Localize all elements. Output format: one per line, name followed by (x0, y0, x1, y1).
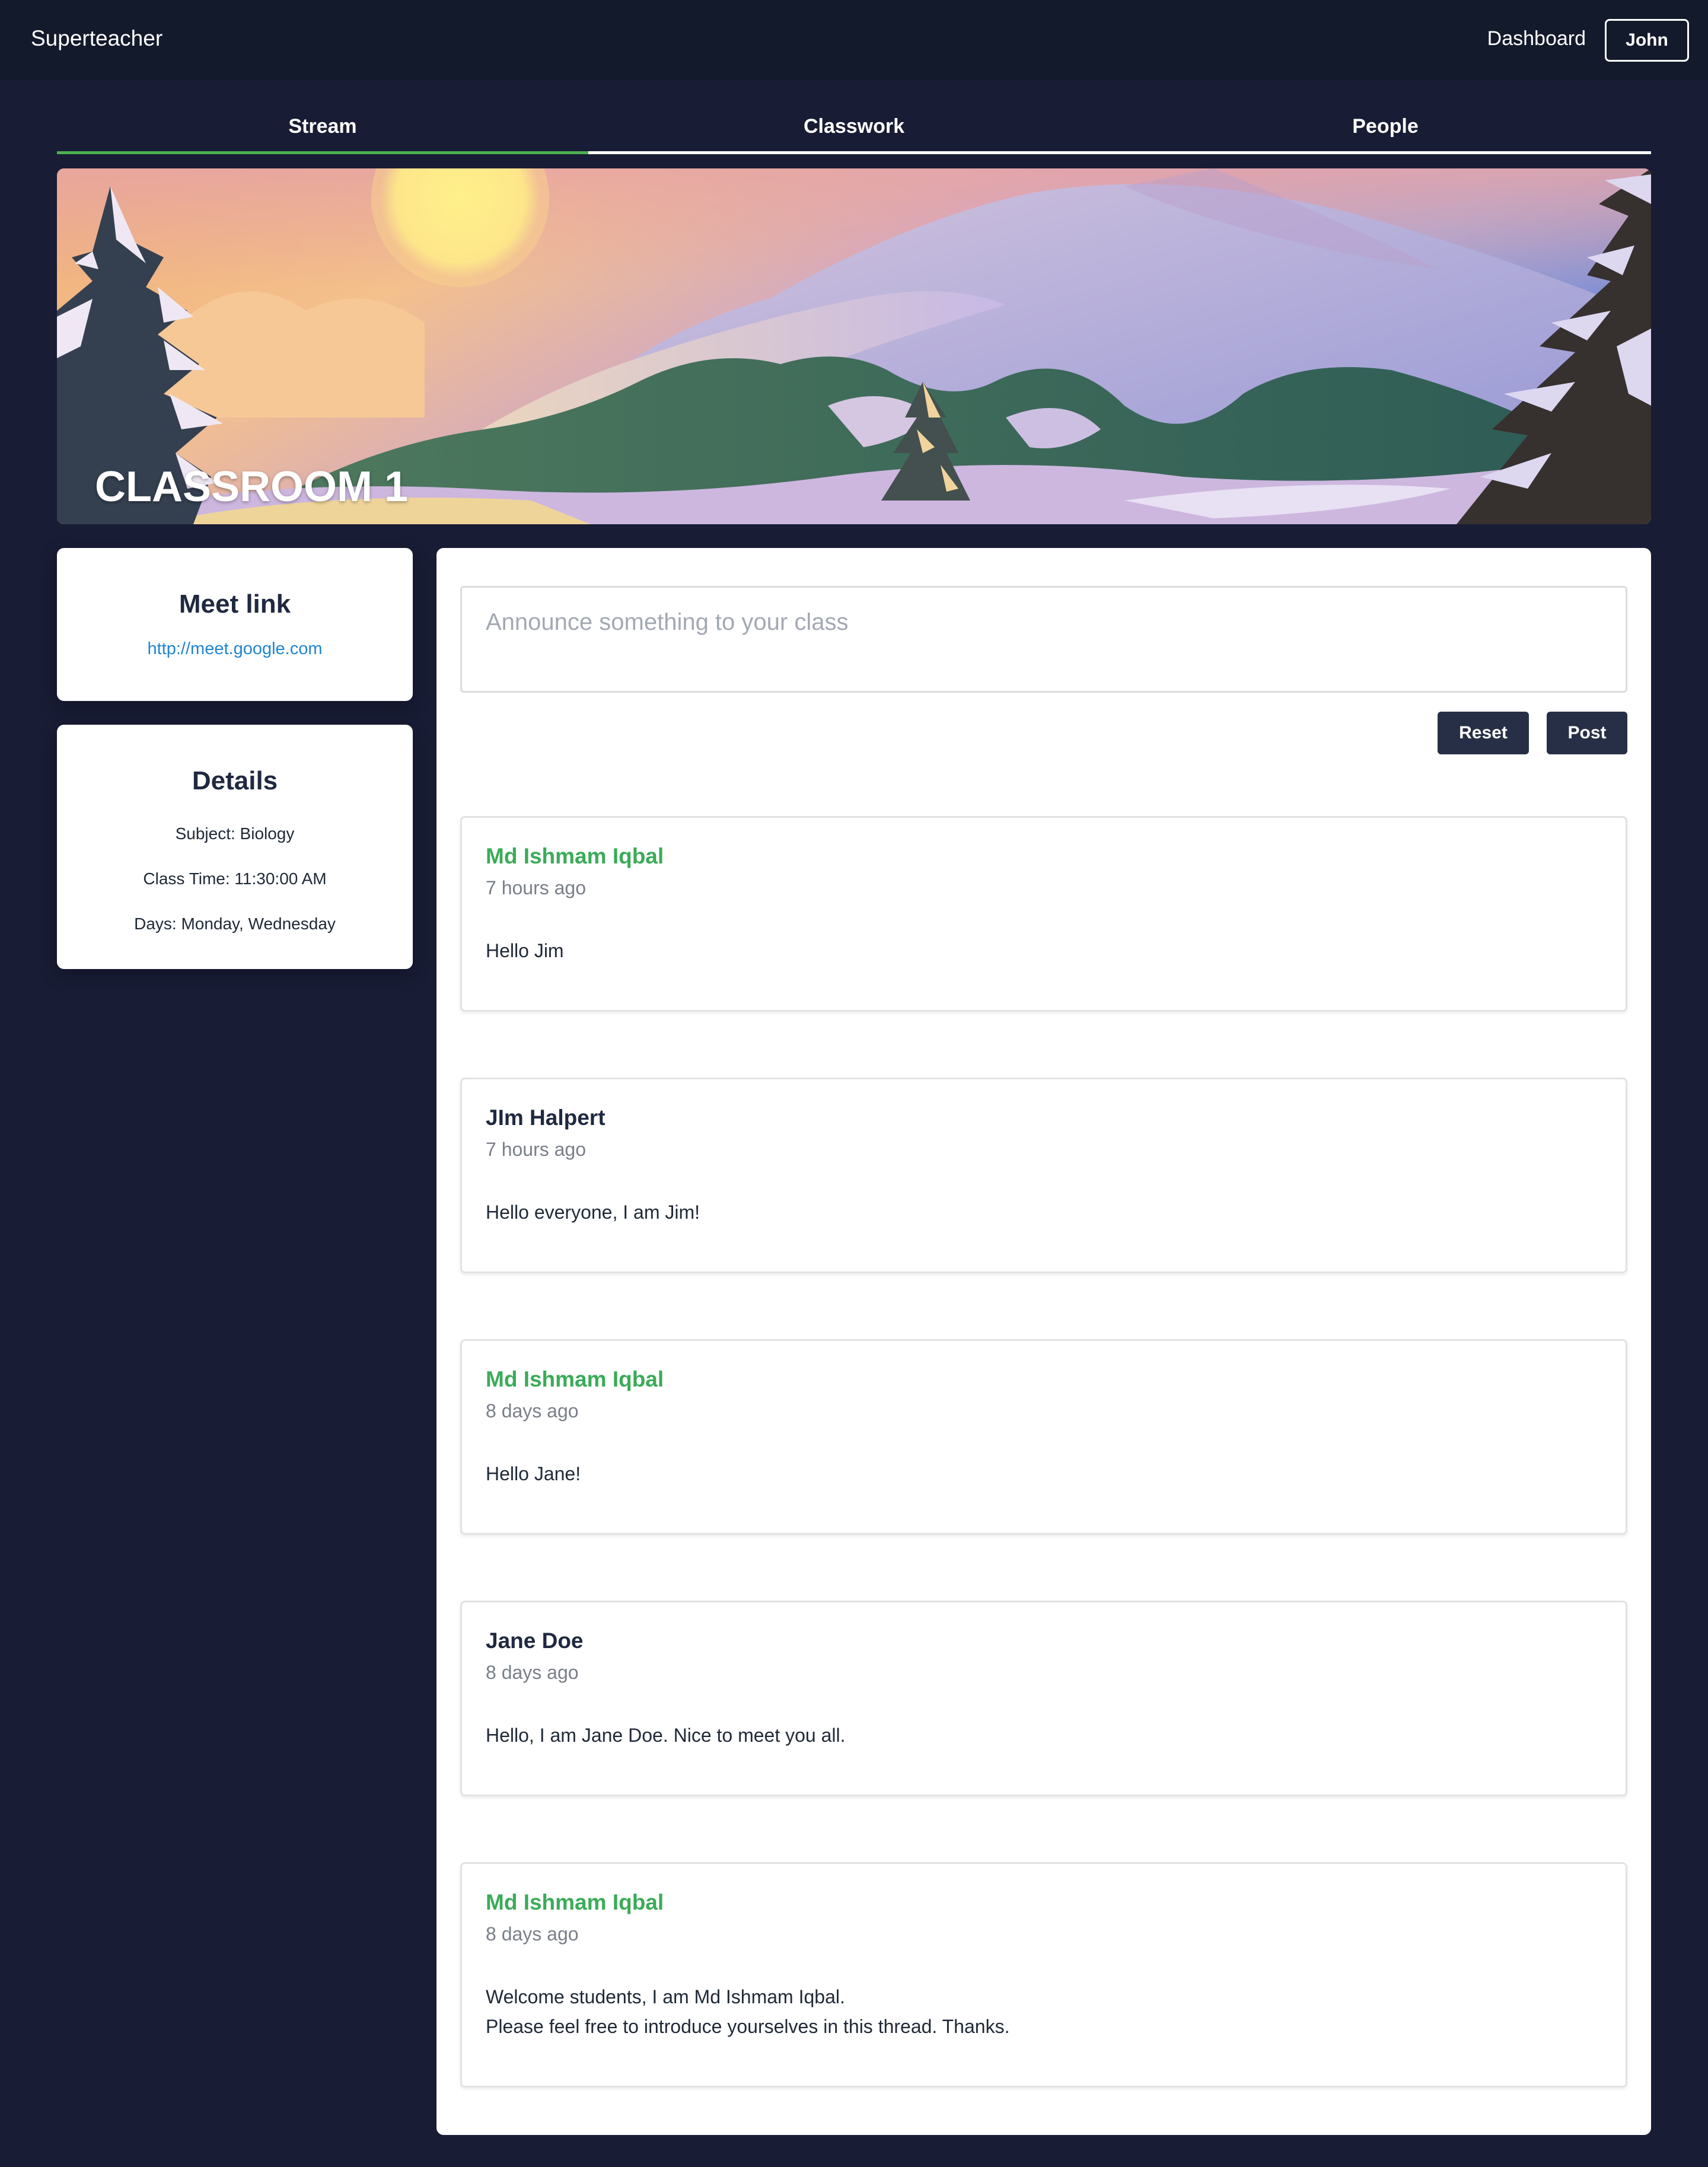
post-card: Md Ishmam Iqbal 7 hours ago Hello Jim (460, 816, 1627, 1012)
post-author: Md Ishmam Iqbal (486, 844, 664, 868)
announcement-input[interactable] (460, 586, 1627, 693)
post-timestamp: 8 days ago (486, 1400, 579, 1422)
class-banner: CLASSROOM 1 (57, 168, 1651, 524)
brand-logo[interactable]: Superteacher (31, 26, 162, 51)
dashboard-link[interactable]: Dashboard (1487, 27, 1586, 50)
post-body-line: Hello Jane! (486, 1463, 581, 1484)
meet-link-url[interactable]: http://meet.google.com (57, 639, 413, 659)
post-card: Md Ishmam Iqbal 8 days ago Hello Jane! (460, 1339, 1627, 1535)
details-heading: Details (192, 766, 278, 795)
user-menu-button[interactable]: John (1605, 19, 1689, 62)
classroom-title: CLASSROOM 1 (95, 463, 409, 511)
post-author: JIm Halpert (486, 1105, 606, 1130)
post-body: Hello everyone, I am Jim! (486, 1197, 1602, 1227)
post-button[interactable]: Post (1547, 712, 1627, 754)
post-timestamp: 8 days ago (486, 1662, 579, 1683)
post-body-line: Hello, I am Jane Doe. Nice to meet you a… (486, 1725, 846, 1746)
post-body: Hello Jane! (486, 1459, 1602, 1489)
post-author: Md Ishmam Iqbal (486, 1367, 664, 1391)
post-body: Welcome students, I am Md Ishmam Iqbal. … (486, 1982, 1602, 2041)
class-tabs: Stream Classwork People (57, 101, 1651, 154)
post-body-line: Please feel free to introduce yourselves… (486, 2016, 1010, 2037)
post-card: Jane Doe 8 days ago Hello, I am Jane Doe… (460, 1601, 1627, 1796)
details-card: Details Subject: Biology Class Time: 11:… (57, 725, 413, 969)
post-timestamp: 8 days ago (486, 1923, 579, 1945)
reset-button[interactable]: Reset (1438, 712, 1529, 754)
tab-people[interactable]: People (1120, 101, 1651, 151)
stream-panel: Reset Post Md Ishmam Iqbal 7 hours ago H… (436, 548, 1651, 2135)
tab-classwork[interactable]: Classwork (588, 101, 1120, 151)
post-timestamp: 7 hours ago (486, 1139, 587, 1160)
post-card: Md Ishmam Iqbal 8 days ago Welcome stude… (460, 1862, 1627, 2088)
detail-subject: Subject: Biology (175, 824, 295, 843)
detail-days: Days: Monday, Wednesday (134, 914, 336, 933)
tab-stream[interactable]: Stream (57, 101, 588, 154)
post-body-line: Welcome students, I am Md Ishmam Iqbal. (486, 1986, 845, 2007)
meet-link-heading: Meet link (179, 589, 291, 619)
post-card: JIm Halpert 7 hours ago Hello everyone, … (460, 1078, 1627, 1273)
top-navbar: Superteacher Dashboard John (0, 0, 1708, 79)
post-timestamp: 7 hours ago (486, 877, 587, 898)
meet-link-card: Meet link http://meet.google.com (57, 548, 413, 701)
post-body-line: Hello Jim (486, 940, 564, 961)
detail-class-time: Class Time: 11:30:00 AM (143, 869, 327, 888)
post-body-line: Hello everyone, I am Jim! (486, 1202, 700, 1223)
post-author: Md Ishmam Iqbal (486, 1890, 664, 1914)
post-body: Hello Jim (486, 936, 1602, 965)
post-body: Hello, I am Jane Doe. Nice to meet you a… (486, 1720, 1602, 1750)
post-author: Jane Doe (486, 1629, 584, 1653)
